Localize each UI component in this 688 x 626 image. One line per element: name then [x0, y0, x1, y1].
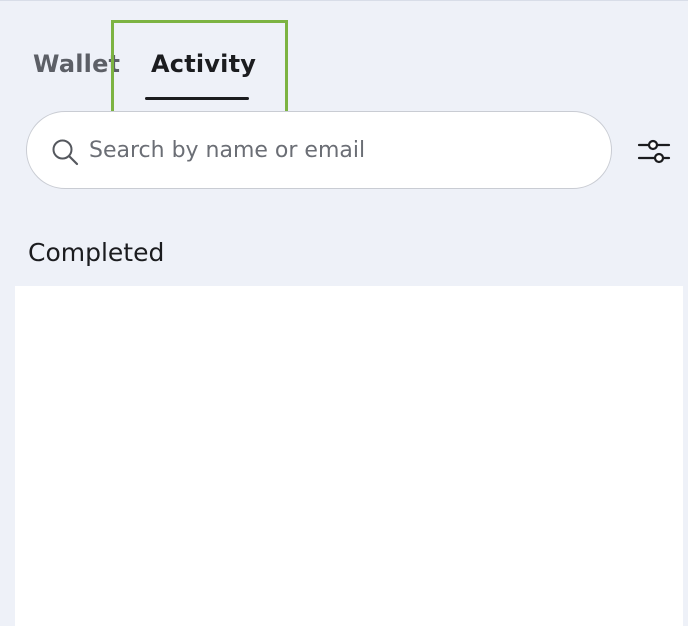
tab-activity[interactable]: Activity [151, 44, 256, 84]
completed-section-heading: Completed [28, 238, 165, 267]
search-icon [52, 139, 79, 166]
search-input[interactable] [89, 130, 569, 170]
completed-activity-list [15, 286, 683, 626]
search-bar[interactable] [26, 111, 612, 189]
top-divider [0, 0, 688, 1]
tab-wallet[interactable]: Wallet [33, 44, 120, 84]
sliders-filter-icon[interactable] [636, 134, 672, 170]
active-tab-indicator [145, 97, 249, 100]
